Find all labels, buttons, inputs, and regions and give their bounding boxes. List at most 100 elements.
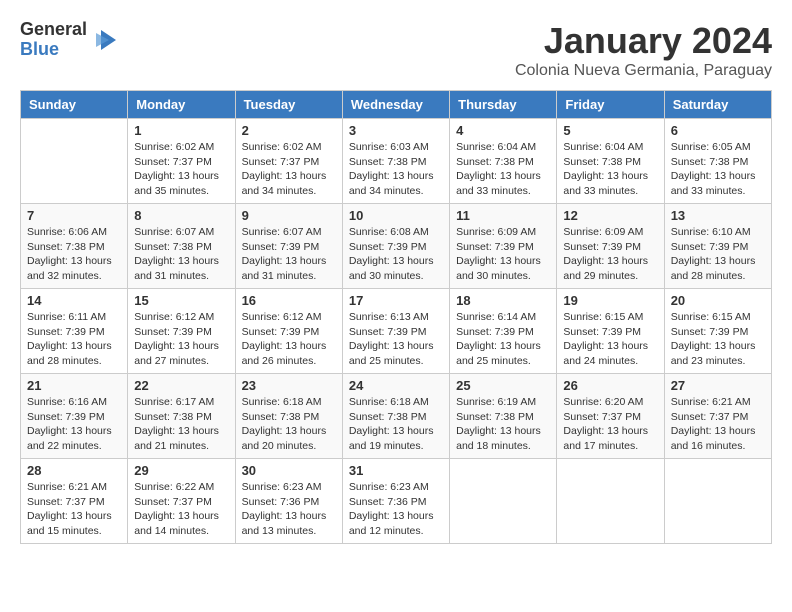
day-number: 14 xyxy=(27,293,121,308)
calendar-table: SundayMondayTuesdayWednesdayThursdayFrid… xyxy=(20,90,772,544)
cell-info: Sunrise: 6:16 AMSunset: 7:39 PMDaylight:… xyxy=(27,395,121,454)
logo: General Blue xyxy=(20,20,121,60)
cell-info: Sunrise: 6:17 AMSunset: 7:38 PMDaylight:… xyxy=(134,395,228,454)
cell-info: Sunrise: 6:09 AMSunset: 7:39 PMDaylight:… xyxy=(563,225,657,284)
calendar-cell: 1 Sunrise: 6:02 AMSunset: 7:37 PMDaylight… xyxy=(128,119,235,204)
cell-info: Sunrise: 6:03 AMSunset: 7:38 PMDaylight:… xyxy=(349,140,443,199)
day-number: 27 xyxy=(671,378,765,393)
cell-info: Sunrise: 6:05 AMSunset: 7:38 PMDaylight:… xyxy=(671,140,765,199)
calendar-cell: 3Sunrise: 6:03 AMSunset: 7:38 PMDaylight… xyxy=(342,119,449,204)
day-number: 25 xyxy=(456,378,550,393)
calendar-cell: 12Sunrise: 6:09 AMSunset: 7:39 PMDayligh… xyxy=(557,204,664,289)
week-row-1: 1 Sunrise: 6:02 AMSunset: 7:37 PMDaylight… xyxy=(21,119,772,204)
calendar-cell: 13 Sunrise: 6:10 AMSunset: 7:39 PMDayligh… xyxy=(664,204,771,289)
day-number: 24 xyxy=(349,378,443,393)
cell-info: Sunrise: 6:23 AMSunset: 7:36 PMDaylight:… xyxy=(242,480,336,539)
cell-info: Sunrise: 6:06 AMSunset: 7:38 PMDaylight:… xyxy=(27,225,121,284)
day-number: 8 xyxy=(134,208,228,223)
header: General Blue January 2024 Colonia Nueva … xyxy=(20,20,772,80)
calendar-cell: 10 Sunrise: 6:08 AMSunset: 7:39 PMDayligh… xyxy=(342,204,449,289)
day-number: 16 xyxy=(242,293,336,308)
cell-info: Sunrise: 6:21 AMSunset: 7:37 PMDaylight:… xyxy=(27,480,121,539)
day-number: 4 xyxy=(456,123,550,138)
day-number: 23 xyxy=(242,378,336,393)
calendar-cell: 26 Sunrise: 6:20 AMSunset: 7:37 PMDayligh… xyxy=(557,374,664,459)
header-day-friday: Friday xyxy=(557,91,664,119)
calendar-cell: 16 Sunrise: 6:12 AMSunset: 7:39 PMDayligh… xyxy=(235,289,342,374)
day-number: 7 xyxy=(27,208,121,223)
day-number: 13 xyxy=(671,208,765,223)
calendar-cell: 8 Sunrise: 6:07 AMSunset: 7:38 PMDaylight… xyxy=(128,204,235,289)
day-number: 26 xyxy=(563,378,657,393)
day-number: 2 xyxy=(242,123,336,138)
calendar-cell: 22 Sunrise: 6:17 AMSunset: 7:38 PMDayligh… xyxy=(128,374,235,459)
calendar-cell: 25 Sunrise: 6:19 AMSunset: 7:38 PMDayligh… xyxy=(450,374,557,459)
cell-info: Sunrise: 6:22 AMSunset: 7:37 PMDaylight:… xyxy=(134,480,228,539)
logo-blue: Blue xyxy=(20,40,87,60)
calendar-cell: 27 Sunrise: 6:21 AMSunset: 7:37 PMDayligh… xyxy=(664,374,771,459)
calendar-cell: 19 Sunrise: 6:15 AMSunset: 7:39 PMDayligh… xyxy=(557,289,664,374)
calendar-cell: 20Sunrise: 6:15 AMSunset: 7:39 PMDayligh… xyxy=(664,289,771,374)
calendar-cell xyxy=(450,459,557,544)
day-number: 10 xyxy=(349,208,443,223)
cell-info: Sunrise: 6:11 AMSunset: 7:39 PMDaylight:… xyxy=(27,310,121,369)
calendar-cell: 23 Sunrise: 6:18 AMSunset: 7:38 PMDayligh… xyxy=(235,374,342,459)
day-number: 9 xyxy=(242,208,336,223)
calendar-cell: 15 Sunrise: 6:12 AMSunset: 7:39 PMDayligh… xyxy=(128,289,235,374)
calendar-cell: 31Sunrise: 6:23 AMSunset: 7:36 PMDayligh… xyxy=(342,459,449,544)
day-number: 17 xyxy=(349,293,443,308)
cell-info: Sunrise: 6:13 AMSunset: 7:39 PMDaylight:… xyxy=(349,310,443,369)
day-number: 30 xyxy=(242,463,336,478)
calendar-cell: 5Sunrise: 6:04 AMSunset: 7:38 PMDaylight… xyxy=(557,119,664,204)
cell-info: Sunrise: 6:12 AMSunset: 7:39 PMDaylight:… xyxy=(242,310,336,369)
cell-info: Sunrise: 6:18 AMSunset: 7:38 PMDaylight:… xyxy=(242,395,336,454)
logo-icon xyxy=(91,25,121,55)
calendar-cell: 24Sunrise: 6:18 AMSunset: 7:38 PMDayligh… xyxy=(342,374,449,459)
week-row-5: 28Sunrise: 6:21 AMSunset: 7:37 PMDayligh… xyxy=(21,459,772,544)
calendar-cell: 21 Sunrise: 6:16 AMSunset: 7:39 PMDayligh… xyxy=(21,374,128,459)
header-day-saturday: Saturday xyxy=(664,91,771,119)
calendar-cell: 28Sunrise: 6:21 AMSunset: 7:37 PMDayligh… xyxy=(21,459,128,544)
cell-info: Sunrise: 6:14 AMSunset: 7:39 PMDaylight:… xyxy=(456,310,550,369)
calendar-cell: 6 Sunrise: 6:05 AMSunset: 7:38 PMDaylight… xyxy=(664,119,771,204)
cell-info: Sunrise: 6:19 AMSunset: 7:38 PMDaylight:… xyxy=(456,395,550,454)
header-day-thursday: Thursday xyxy=(450,91,557,119)
cell-info: Sunrise: 6:02 AMSunset: 7:37 PMDaylight:… xyxy=(242,140,336,199)
calendar-cell: 7 Sunrise: 6:06 AMSunset: 7:38 PMDaylight… xyxy=(21,204,128,289)
day-number: 22 xyxy=(134,378,228,393)
calendar-cell xyxy=(21,119,128,204)
cell-info: Sunrise: 6:15 AMSunset: 7:39 PMDaylight:… xyxy=(563,310,657,369)
cell-info: Sunrise: 6:21 AMSunset: 7:37 PMDaylight:… xyxy=(671,395,765,454)
day-number: 19 xyxy=(563,293,657,308)
day-number: 18 xyxy=(456,293,550,308)
cell-info: Sunrise: 6:10 AMSunset: 7:39 PMDaylight:… xyxy=(671,225,765,284)
cell-info: Sunrise: 6:23 AMSunset: 7:36 PMDaylight:… xyxy=(349,480,443,539)
day-number: 29 xyxy=(134,463,228,478)
cell-info: Sunrise: 6:15 AMSunset: 7:39 PMDaylight:… xyxy=(671,310,765,369)
day-number: 6 xyxy=(671,123,765,138)
day-number: 1 xyxy=(134,123,228,138)
day-number: 15 xyxy=(134,293,228,308)
header-day-sunday: Sunday xyxy=(21,91,128,119)
cell-info: Sunrise: 6:04 AMSunset: 7:38 PMDaylight:… xyxy=(563,140,657,199)
calendar-cell: 9Sunrise: 6:07 AMSunset: 7:39 PMDaylight… xyxy=(235,204,342,289)
week-row-3: 14 Sunrise: 6:11 AMSunset: 7:39 PMDayligh… xyxy=(21,289,772,374)
calendar-cell: 11Sunrise: 6:09 AMSunset: 7:39 PMDayligh… xyxy=(450,204,557,289)
subtitle: Colonia Nueva Germania, Paraguay xyxy=(515,62,772,80)
cell-info: Sunrise: 6:08 AMSunset: 7:39 PMDaylight:… xyxy=(349,225,443,284)
cell-info: Sunrise: 6:07 AMSunset: 7:38 PMDaylight:… xyxy=(134,225,228,284)
header-day-wednesday: Wednesday xyxy=(342,91,449,119)
calendar-cell: 4 Sunrise: 6:04 AMSunset: 7:38 PMDaylight… xyxy=(450,119,557,204)
cell-info: Sunrise: 6:09 AMSunset: 7:39 PMDaylight:… xyxy=(456,225,550,284)
cell-info: Sunrise: 6:20 AMSunset: 7:37 PMDaylight:… xyxy=(563,395,657,454)
header-day-tuesday: Tuesday xyxy=(235,91,342,119)
cell-info: Sunrise: 6:04 AMSunset: 7:38 PMDaylight:… xyxy=(456,140,550,199)
calendar-cell: 2 Sunrise: 6:02 AMSunset: 7:37 PMDaylight… xyxy=(235,119,342,204)
calendar-cell: 17 Sunrise: 6:13 AMSunset: 7:39 PMDayligh… xyxy=(342,289,449,374)
cell-info: Sunrise: 6:12 AMSunset: 7:39 PMDaylight:… xyxy=(134,310,228,369)
cell-info: Sunrise: 6:02 AMSunset: 7:37 PMDaylight:… xyxy=(134,140,228,199)
title-area: January 2024 Colonia Nueva Germania, Par… xyxy=(515,20,772,80)
day-number: 21 xyxy=(27,378,121,393)
header-row: SundayMondayTuesdayWednesdayThursdayFrid… xyxy=(21,91,772,119)
week-row-2: 7 Sunrise: 6:06 AMSunset: 7:38 PMDaylight… xyxy=(21,204,772,289)
